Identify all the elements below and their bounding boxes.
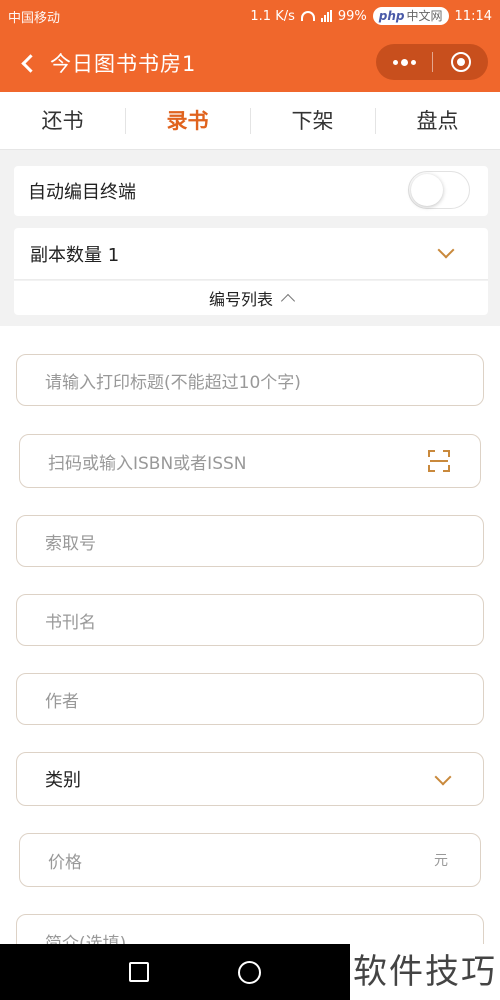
price-input[interactable]: 价格 元 bbox=[19, 833, 481, 887]
book-name-placeholder: 书刊名 bbox=[45, 612, 96, 633]
tab-return-book[interactable]: 还书 bbox=[0, 92, 125, 150]
dot-icon bbox=[410, 59, 416, 65]
php-logo-text: php bbox=[378, 9, 405, 23]
mini-program-capsule bbox=[376, 44, 488, 80]
toggle-knob bbox=[411, 174, 443, 206]
scan-icon[interactable] bbox=[428, 450, 450, 472]
more-options-button[interactable] bbox=[376, 44, 432, 80]
chevron-down-icon bbox=[434, 768, 452, 786]
number-list-toggle[interactable]: 编号列表 bbox=[14, 281, 488, 315]
back-button[interactable] bbox=[8, 43, 48, 83]
print-title-input[interactable]: 请输入打印标题(不能超过10个字) bbox=[16, 354, 484, 406]
isbn-placeholder: 扫码或输入ISBN或者ISSN bbox=[48, 453, 247, 474]
carrier-label: 中国移动 bbox=[8, 10, 61, 26]
price-unit: 元 bbox=[434, 853, 448, 869]
wifi-icon bbox=[300, 11, 315, 21]
tab-remove-shelf[interactable]: 下架 bbox=[250, 92, 375, 150]
nav-bar: 今日图书书房1 bbox=[0, 36, 500, 90]
cn-logo-text: 中文网 bbox=[406, 9, 443, 23]
watermark: 软件技巧 bbox=[350, 944, 500, 1000]
author-input[interactable]: 作者 bbox=[16, 673, 484, 725]
number-list-label: 编号列表 bbox=[208, 290, 273, 309]
chevron-left-icon bbox=[20, 53, 40, 73]
chevron-up-icon bbox=[280, 293, 296, 309]
copies-label: 副本数量 1 bbox=[30, 244, 120, 266]
app-header: 中国移动 1.1 K/s 99% php 中文网 11:14 今日图书书房1 bbox=[0, 0, 500, 92]
auto-catalog-label: 自动编目终端 bbox=[28, 182, 136, 203]
signal-icon bbox=[320, 10, 332, 22]
book-entry-form: 请输入打印标题(不能超过10个字) 扫码或输入ISBN或者ISSN 索取号 书刊… bbox=[0, 326, 500, 968]
battery-level: 99% bbox=[337, 8, 367, 24]
target-circle-icon bbox=[450, 52, 471, 72]
status-indicators: 1.1 K/s 99% php 中文网 11:14 bbox=[250, 7, 492, 25]
dot-icon bbox=[400, 58, 408, 66]
auto-catalog-toggle[interactable] bbox=[408, 171, 470, 209]
book-name-input[interactable]: 书刊名 bbox=[16, 594, 484, 646]
status-bar: 中国移动 1.1 K/s 99% php 中文网 11:14 bbox=[0, 0, 500, 32]
recent-apps-icon[interactable] bbox=[129, 962, 149, 982]
home-icon[interactable] bbox=[238, 961, 261, 984]
author-placeholder: 作者 bbox=[45, 691, 79, 712]
category-label: 类别 bbox=[45, 770, 81, 791]
dot-icon bbox=[392, 59, 398, 65]
clock: 11:14 bbox=[454, 8, 492, 24]
call-number-input[interactable]: 索取号 bbox=[16, 515, 484, 567]
price-placeholder: 价格 bbox=[48, 852, 82, 873]
network-speed: 1.1 K/s bbox=[250, 8, 295, 24]
category-select[interactable]: 类别 bbox=[16, 752, 484, 806]
isbn-input[interactable]: 扫码或输入ISBN或者ISSN bbox=[19, 434, 481, 488]
chevron-down-icon bbox=[437, 241, 455, 259]
tab-enter-book[interactable]: 录书 bbox=[125, 92, 250, 150]
php-cn-logo: php 中文网 bbox=[372, 7, 449, 25]
copies-select[interactable]: 副本数量 1 bbox=[14, 228, 488, 280]
tab-inventory[interactable]: 盘点 bbox=[375, 92, 500, 150]
close-mini-program-button[interactable] bbox=[433, 44, 488, 80]
auto-catalog-row: 自动编目终端 bbox=[14, 166, 488, 216]
call-number-placeholder: 索取号 bbox=[45, 533, 96, 554]
print-title-placeholder: 请输入打印标题(不能超过10个字) bbox=[45, 372, 301, 393]
tab-bar: 还书 录书 下架 盘点 bbox=[0, 92, 500, 150]
